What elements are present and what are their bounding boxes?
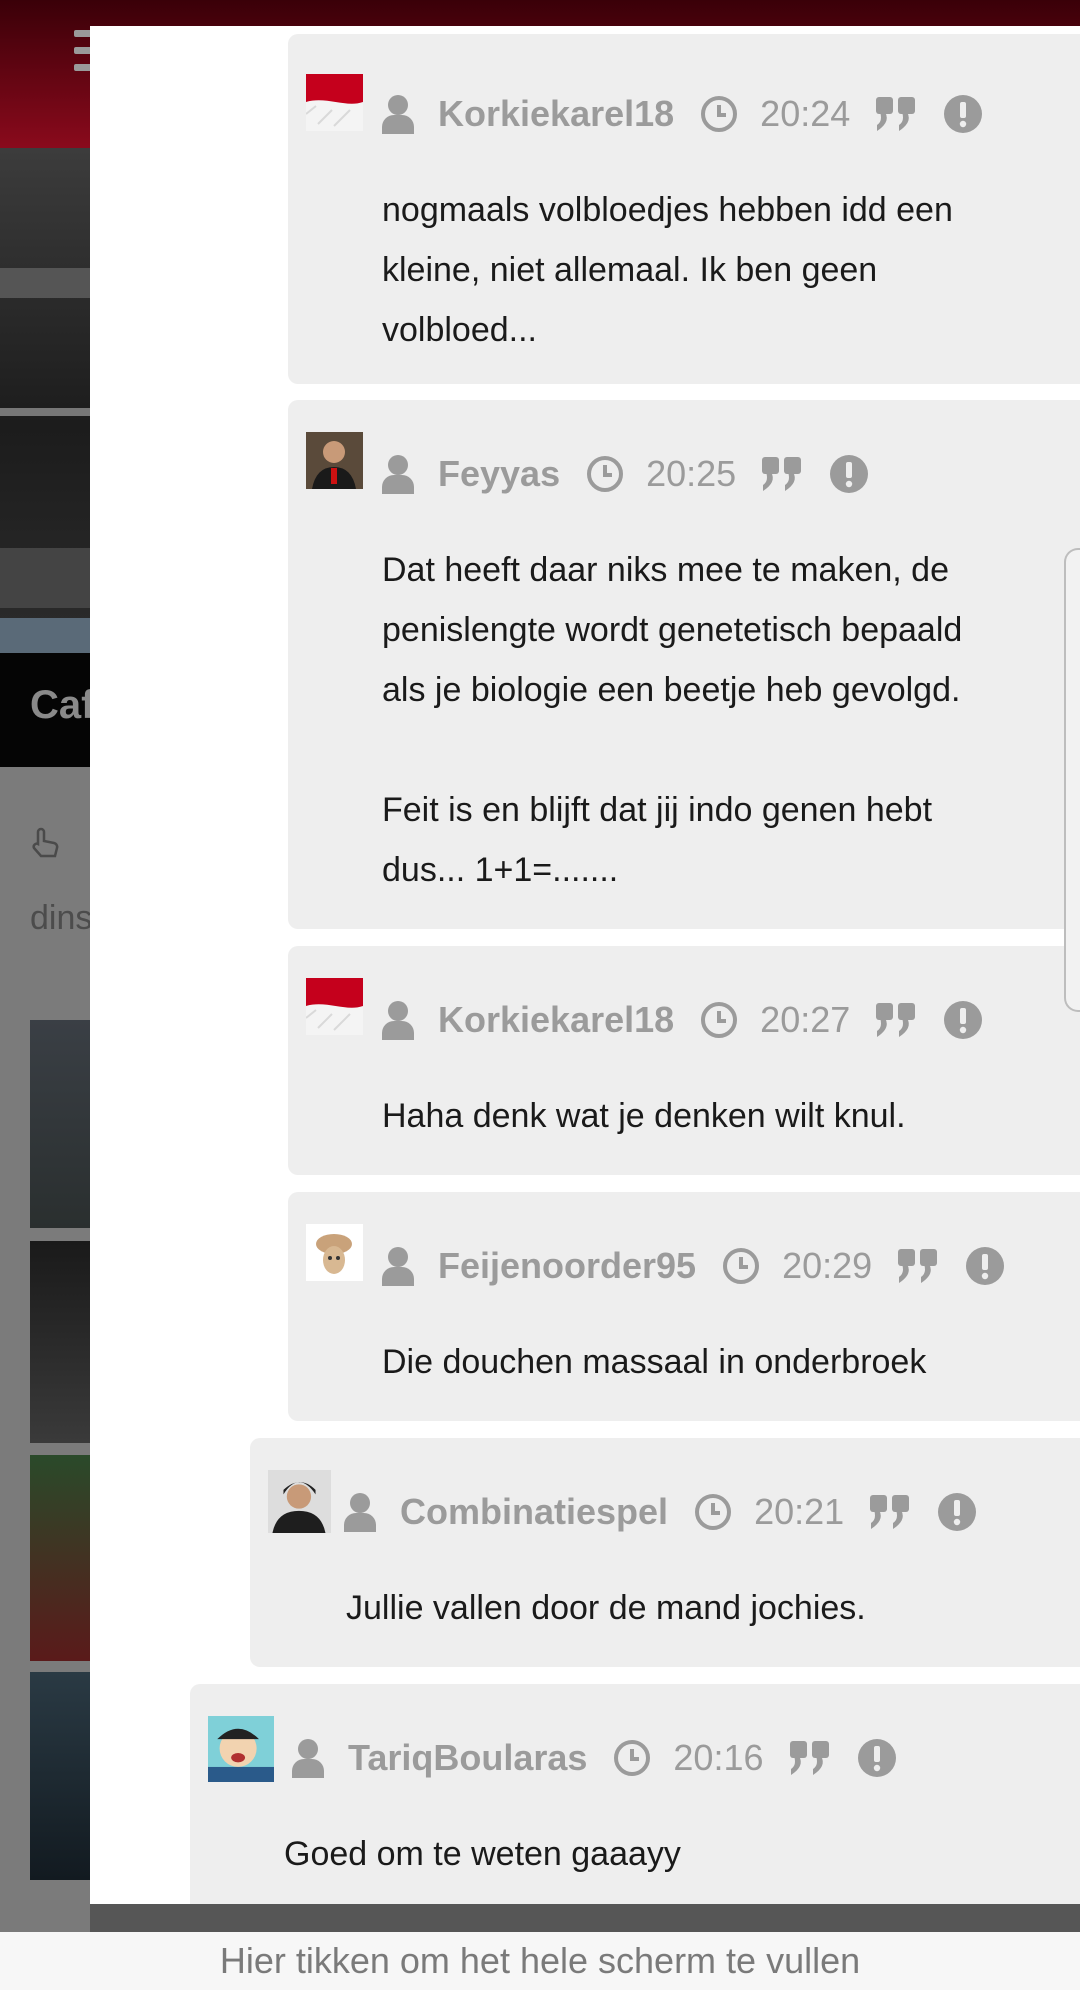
user-icon [382,95,414,134]
report-icon[interactable] [944,1001,983,1039]
comment-username[interactable]: Korkiekarel18 [438,93,674,135]
comment-time: 20:27 [760,999,851,1040]
clock-icon [701,96,738,132]
comment-username[interactable]: Feyyas [438,453,560,495]
user-icon [292,1739,324,1778]
fullscreen-hint-bar[interactable]: Hier tikken om het hele scherm te vullen [0,1932,1080,1990]
report-icon[interactable] [938,1493,977,1531]
clock-icon [695,1494,732,1530]
comment-text: Die douchen massaal in onderbroek [382,1343,927,1381]
quote-icon[interactable] [876,97,916,131]
comment-item: TariqBoularas 20:16 Goed om te weten gaa… [190,1684,1080,1904]
person-photo-avatar-icon [306,432,363,489]
comment-time: 20:29 [782,1245,873,1286]
quote-icon[interactable] [789,1741,830,1775]
clock-icon [723,1248,760,1284]
stadium-image [0,268,90,653]
clock-icon [701,1002,738,1038]
comment-meta: Feyyas 20:25 [382,424,869,524]
comment-item: Korkiekarel18 20:27 Haha denk wat je den… [288,946,1080,1175]
comment-meta: Combinatiespel 20:21 [344,1462,977,1562]
report-icon[interactable] [830,455,869,493]
comment-item: Feijenoorder95 20:29 Die douchen massaal… [288,1192,1080,1421]
comment-text: Goed om te weten gaaayy [284,1835,681,1873]
hand-pointer-icon [28,827,62,861]
comment-item: Korkiekarel18 20:24 nogmaals volbloedjes… [288,34,1080,384]
comment-text: Jullie vallen door de mand jochies. [346,1589,866,1627]
background-thumbnail [30,1455,92,1661]
comment-meta: Korkiekarel18 20:24 [382,64,983,164]
comment-item: Feyyas 20:25 Dat heeft daar niks mee te … [288,400,1080,929]
fullscreen-hint-text: Hier tikken om het hele scherm te vullen [219,1940,861,1981]
drawer-bottom-strip [90,1904,1080,1932]
background-hero-title: Caf [0,653,90,767]
quote-icon[interactable] [898,1249,938,1283]
comment-username[interactable]: Feijenoorder95 [438,1245,696,1287]
cartoon-avatar-icon [208,1716,274,1782]
comment-meta: TariqBoularas 20:16 [292,1708,896,1808]
user-icon [382,1001,414,1040]
comment-time: 20:16 [673,1737,764,1778]
person-photo-avatar-icon [268,1470,331,1533]
report-icon[interactable] [944,95,983,133]
report-icon[interactable] [857,1739,896,1777]
user-icon [344,1493,376,1532]
comment-item: Combinatiespel 20:21 Jullie vallen door … [250,1438,1080,1667]
comment-username[interactable]: Combinatiespel [400,1491,668,1533]
background-thumbnail [30,1672,92,1880]
clock-icon [587,456,624,492]
comment-text: Haha denk wat je denken wilt knul. [382,1097,906,1135]
scroll-handle[interactable] [1064,548,1080,1012]
comment-username[interactable]: TariqBoularas [348,1737,587,1779]
quote-icon[interactable] [762,457,802,491]
user-icon [382,1247,414,1286]
comment-username[interactable]: Korkiekarel18 [438,999,674,1041]
quote-icon[interactable] [870,1495,910,1529]
user-icon [382,455,414,494]
quote-icon[interactable] [876,1003,916,1037]
flag-avatar-icon [306,74,363,131]
plush-toy-avatar-icon [306,1224,363,1281]
background-date-text: dins [30,899,93,937]
comment-time: 20:21 [754,1491,845,1532]
report-icon[interactable] [966,1247,1005,1285]
comment-time: 20:25 [646,453,737,494]
background-hero-image [0,148,90,653]
comment-text: nogmaals volbloedjes hebben idd een klei… [382,191,953,349]
comment-text: Dat heeft daar niks mee te maken, de pen… [382,551,963,889]
background-thumbnail [30,1241,92,1443]
comment-time: 20:24 [760,93,851,134]
flag-avatar-icon [306,978,363,1035]
comment-meta: Korkiekarel18 20:27 [382,970,983,1070]
comment-meta: Feijenoorder95 20:29 [382,1216,1005,1316]
background-thumbnail [30,1020,92,1228]
comments-drawer[interactable]: Korkiekarel18 20:24 nogmaals volbloedjes… [90,26,1080,1904]
clock-icon [614,1740,651,1776]
background-hero-title-text: Caf [30,683,90,727]
